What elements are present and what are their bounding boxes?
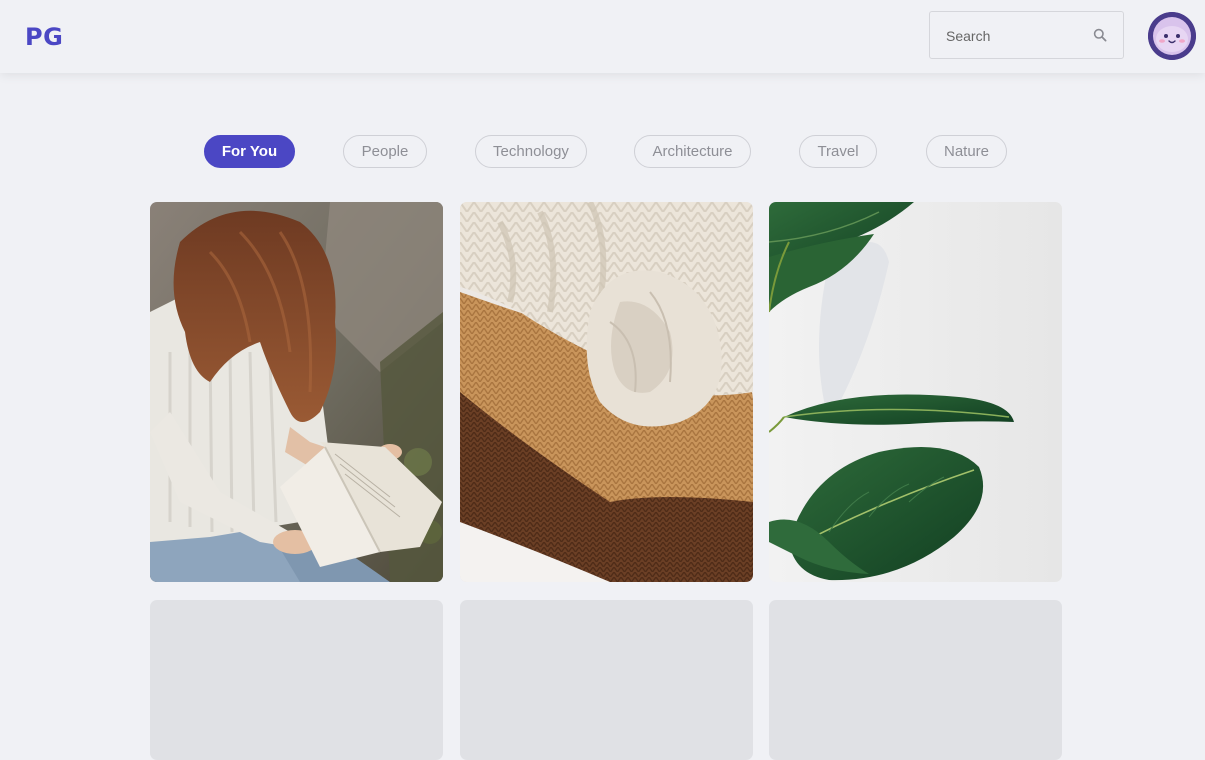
tab-for-you[interactable]: For You	[204, 135, 295, 168]
avatar[interactable]	[1148, 12, 1196, 60]
sweaters-image	[460, 202, 753, 582]
woman-reading-image	[150, 202, 443, 582]
photo-card-plant[interactable]	[769, 202, 1062, 582]
search-input[interactable]	[946, 25, 1086, 47]
photo-card-placeholder[interactable]	[150, 600, 443, 760]
tab-architecture[interactable]: Architecture	[634, 135, 751, 168]
search-icon[interactable]	[1093, 28, 1107, 42]
photo-card-placeholder[interactable]	[769, 600, 1062, 760]
top-bar: PG	[0, 0, 1205, 73]
photo-card-placeholder[interactable]	[460, 600, 753, 760]
category-tabs: For You People Technology Architecture T…	[0, 135, 1205, 169]
photo-card-woman-reading[interactable]	[150, 202, 443, 582]
avatar-face-icon	[1148, 12, 1196, 60]
search-box[interactable]	[929, 11, 1124, 59]
logo[interactable]: PG	[25, 23, 63, 51]
tab-technology[interactable]: Technology	[475, 135, 587, 168]
plant-leaves-image	[769, 202, 1062, 582]
photo-card-sweaters[interactable]	[460, 202, 753, 582]
tab-people[interactable]: People	[343, 135, 427, 168]
tab-nature[interactable]: Nature	[926, 135, 1007, 168]
tab-travel[interactable]: Travel	[799, 135, 877, 168]
